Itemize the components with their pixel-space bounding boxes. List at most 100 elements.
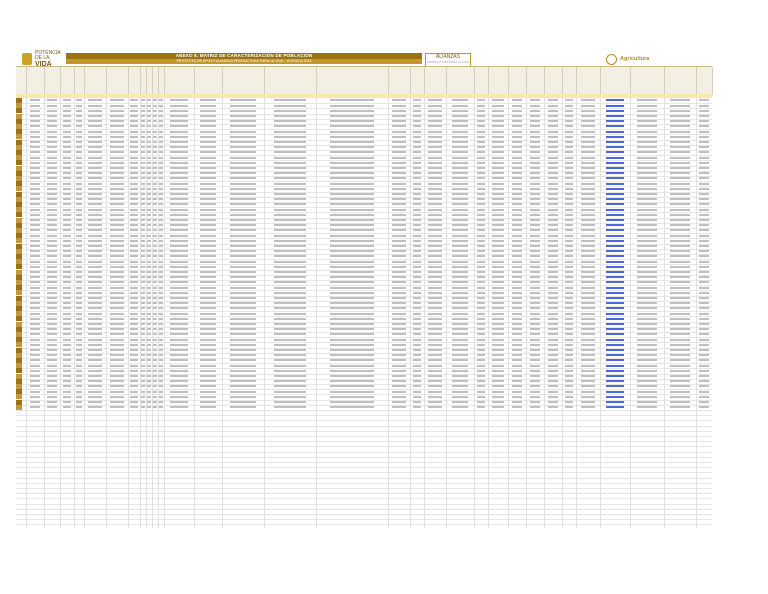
table-cell <box>476 400 486 403</box>
table-cell <box>199 270 217 273</box>
table-cell <box>170 172 188 175</box>
table-cell <box>47 348 57 351</box>
table-cell <box>580 156 596 159</box>
table-cell <box>47 255 57 258</box>
table-cell <box>47 104 57 107</box>
table-cell <box>670 140 690 143</box>
table-cell <box>199 328 217 331</box>
table-cell <box>130 229 138 232</box>
table-cell <box>699 172 709 175</box>
table-cell <box>511 130 523 133</box>
table-cell <box>529 270 541 273</box>
table-cell <box>159 385 163 388</box>
table-cell <box>428 333 442 336</box>
table-cell <box>62 364 72 367</box>
table-cell <box>580 374 596 377</box>
table-cell <box>564 177 574 180</box>
table-cell <box>141 239 145 242</box>
table-cell <box>492 151 504 154</box>
table-cell <box>529 390 541 393</box>
table-cell <box>476 218 486 221</box>
table-cell <box>492 291 504 294</box>
table-cell <box>412 161 422 164</box>
table-cell <box>392 265 406 268</box>
table-cell <box>62 307 72 310</box>
table-cell <box>29 140 41 143</box>
table-cell <box>147 104 151 107</box>
table-cell <box>141 187 145 190</box>
table-cell <box>29 104 41 107</box>
table-cell <box>199 114 217 117</box>
table-cell <box>330 385 374 388</box>
table-cell <box>564 359 574 362</box>
table-cell <box>492 161 504 164</box>
table-cell <box>199 198 217 201</box>
table-cell <box>392 354 406 357</box>
table-cell <box>451 395 469 398</box>
table-cell <box>199 307 217 310</box>
table-cell <box>159 395 163 398</box>
table-cell <box>451 208 469 211</box>
table-cell <box>130 146 138 149</box>
table-cell <box>492 208 504 211</box>
table-cell <box>159 260 163 263</box>
table-cell <box>88 328 102 331</box>
table-cell <box>130 307 138 310</box>
table-cell <box>580 333 596 336</box>
table-cell <box>564 276 574 279</box>
table-cell <box>47 322 57 325</box>
table-cell <box>412 125 422 128</box>
table-cell <box>141 192 145 195</box>
table-cell <box>170 270 188 273</box>
table-cell <box>392 182 406 185</box>
table-cell <box>230 140 256 143</box>
table-cell <box>76 208 82 211</box>
table-cell <box>392 385 406 388</box>
table-cell <box>636 385 658 388</box>
table-cell <box>141 380 145 383</box>
table-cell <box>153 198 157 201</box>
table-cell <box>476 302 486 305</box>
table-cell <box>199 296 217 299</box>
column-header-cell <box>664 67 697 95</box>
table-cell <box>511 177 523 180</box>
table-cell <box>547 244 559 247</box>
table-cell <box>529 265 541 268</box>
table-cell <box>29 312 41 315</box>
table-cell <box>511 322 523 325</box>
table-cell <box>62 281 72 284</box>
table-cell <box>392 99 406 102</box>
table-cell <box>529 250 541 253</box>
table-cell <box>230 135 256 138</box>
table-cell <box>412 296 422 299</box>
table-cell <box>699 343 709 346</box>
table-cell <box>29 120 41 123</box>
table-cell <box>476 281 486 284</box>
table-cell <box>330 109 374 112</box>
table-cell <box>564 104 574 107</box>
table-cell <box>147 322 151 325</box>
table-cell <box>564 286 574 289</box>
table-cell <box>147 203 151 206</box>
table-cell <box>153 374 157 377</box>
table-cell <box>88 276 102 279</box>
table-cell <box>330 250 374 253</box>
table-cell <box>580 296 596 299</box>
table-cell <box>62 385 72 388</box>
table-cell <box>47 317 57 320</box>
table-cell <box>147 328 151 331</box>
table-cell <box>230 130 256 133</box>
table-cell <box>511 395 523 398</box>
table-cell <box>170 328 188 331</box>
table-cell <box>47 265 57 268</box>
table-cell <box>511 224 523 227</box>
table-cell <box>62 276 72 279</box>
table-cell <box>511 208 523 211</box>
table-cell <box>476 229 486 232</box>
table-cell <box>492 328 504 331</box>
table-cell <box>47 276 57 279</box>
table-cell <box>476 354 486 357</box>
alianzas-logo-sub: PRODUCTIVAS PARA LA VIDA <box>426 60 470 64</box>
table-cell <box>29 229 41 232</box>
table-cell <box>230 146 256 149</box>
